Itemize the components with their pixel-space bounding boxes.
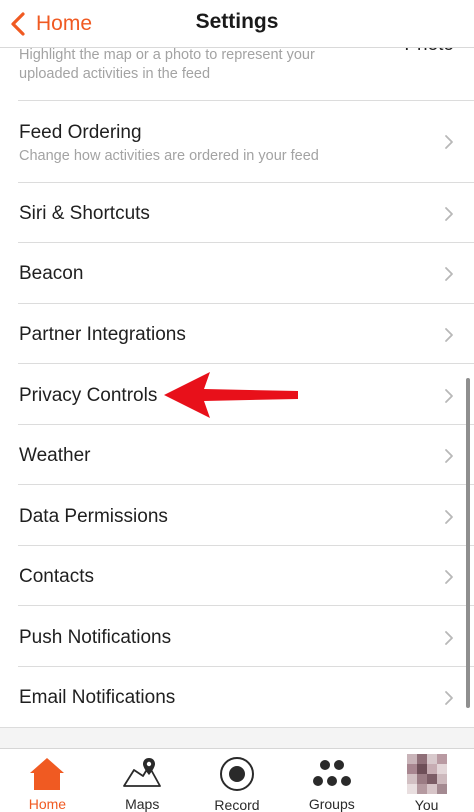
row-title: Privacy Controls: [19, 385, 158, 406]
navigation-bar: Home Settings: [0, 0, 474, 48]
settings-row-contacts[interactable]: Contacts: [0, 546, 474, 606]
tab-groups[interactable]: Groups: [284, 749, 379, 812]
tab-label: Maps: [125, 796, 160, 812]
row-title: Siri & Shortcuts: [19, 203, 150, 224]
chevron-right-icon: [445, 631, 453, 645]
row-subtitle-line2: uploaded activities in the feed: [19, 66, 211, 82]
chevron-right-icon: [445, 207, 453, 221]
chevron-right-icon: [445, 510, 453, 524]
annotation-arrow-icon: [164, 372, 298, 418]
settings-row-feed-media[interactable]: Highlight the map or a photo to represen…: [0, 48, 474, 101]
tab-record[interactable]: Record: [190, 749, 285, 812]
chevron-right-icon: [445, 389, 453, 403]
tab-you[interactable]: You: [379, 749, 474, 812]
chevron-right-icon: [445, 135, 453, 149]
settings-row-beacon[interactable]: Beacon: [0, 243, 474, 304]
home-icon: [30, 757, 65, 790]
chevron-right-icon: [445, 267, 453, 281]
chevron-right-icon: [445, 449, 453, 463]
row-title: Feed Ordering: [19, 122, 142, 143]
row-title: Partner Integrations: [19, 324, 186, 345]
row-title: Push Notifications: [19, 627, 172, 648]
settings-row-feed-ordering[interactable]: Feed Ordering Change how activities are …: [0, 101, 474, 183]
row-title: Data Permissions: [19, 506, 168, 527]
row-title: Weather: [19, 445, 91, 466]
map-icon: [123, 757, 162, 787]
row-title: Beacon: [19, 263, 84, 284]
settings-row-push-notifications[interactable]: Push Notifications: [0, 606, 474, 667]
row-subtitle-line1: Highlight the map or a photo to represen…: [19, 48, 315, 63]
settings-row-partner-integrations[interactable]: Partner Integrations: [0, 304, 474, 364]
groups-icon: [312, 759, 351, 786]
row-subtitle: Change how activities are ordered in you…: [19, 148, 319, 164]
row-value: Photo: [404, 48, 454, 56]
section-gap: [0, 728, 474, 748]
tab-label: Record: [214, 797, 260, 812]
settings-row-data-permissions[interactable]: Data Permissions: [0, 485, 474, 546]
chevron-right-icon: [445, 328, 453, 342]
tab-maps[interactable]: Maps: [95, 749, 190, 812]
chevron-right-icon: [445, 691, 453, 705]
scrollbar[interactable]: [466, 378, 470, 708]
settings-row-weather[interactable]: Weather: [0, 425, 474, 485]
tab-home[interactable]: Home: [0, 749, 95, 812]
tab-label: Groups: [308, 796, 355, 812]
page-title: Settings: [195, 10, 279, 33]
row-title: Email Notifications: [19, 687, 176, 708]
avatar: [406, 754, 447, 794]
tab-bar: Home Maps Record Groups You: [0, 748, 474, 812]
tab-label: Home: [28, 796, 67, 812]
settings-row-siri-shortcuts[interactable]: Siri & Shortcuts: [0, 183, 474, 243]
row-title: Contacts: [19, 566, 94, 587]
settings-row-email-notifications[interactable]: Email Notifications: [0, 667, 474, 728]
tab-label: You: [414, 797, 439, 812]
record-icon: [219, 757, 254, 791]
chevron-right-icon: [445, 570, 453, 584]
